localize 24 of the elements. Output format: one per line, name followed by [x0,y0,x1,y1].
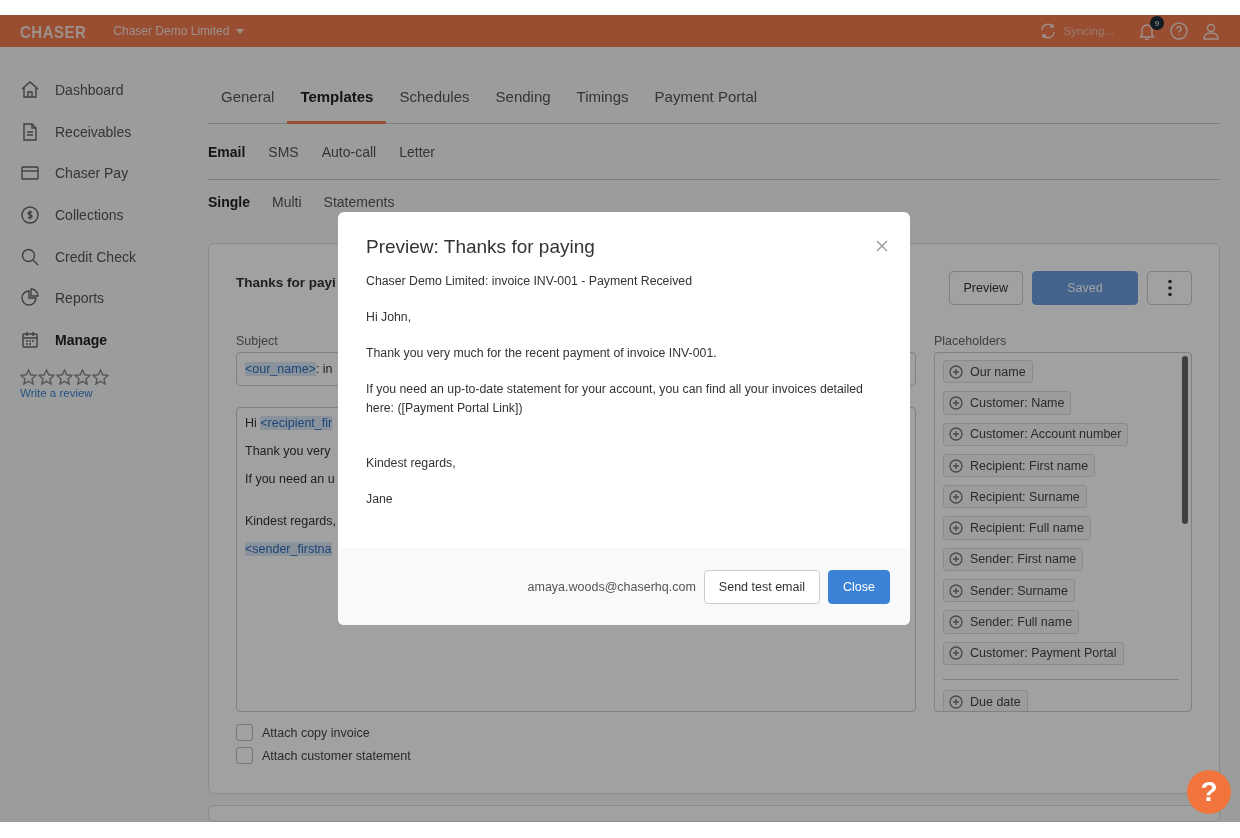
text: : in [315,362,333,376]
sender-email: amaya.woods@chaserhq.com [527,579,696,594]
text: Hi [245,416,258,430]
email-paragraph: Jane [366,491,394,508]
sync-status: Syncing... [1063,25,1114,37]
email-paragraph: If you need an up-to-date statement for your account, you can find all your invoices detailed here: ([Payment Portal Link]) [366,381,864,417]
email-paragraph: Thank you very much for the recent payment of invoice INV-001. [366,345,718,362]
email-paragraph: Kindest regards, [366,455,457,472]
notification-badge: 9 [1150,16,1164,30]
email-paragraph: Chaser Demo Limited: invoice INV-001 - Payment Received [366,273,693,290]
text: If you need an u [245,472,335,486]
field-label: Subject [236,334,278,348]
placeholder-tag: <sender_firstna [245,542,332,556]
template-title: Thanks for payi [236,275,336,290]
placeholder-tag: <recipient_fir [260,416,333,430]
logo: CHASER [20,21,87,41]
text: Kindest regards, [245,514,337,528]
text: Thank you very [245,444,331,458]
checkbox-label: Attach copy invoice [262,725,370,740]
placeholder-tag: <our_name> [245,362,316,376]
email-paragraph: Hi John, [366,309,413,326]
dialog-title: Preview: Thanks for paying [366,236,595,258]
field-label: Placeholders [934,334,1007,348]
checkbox-label: Attach customer statement [262,748,411,763]
